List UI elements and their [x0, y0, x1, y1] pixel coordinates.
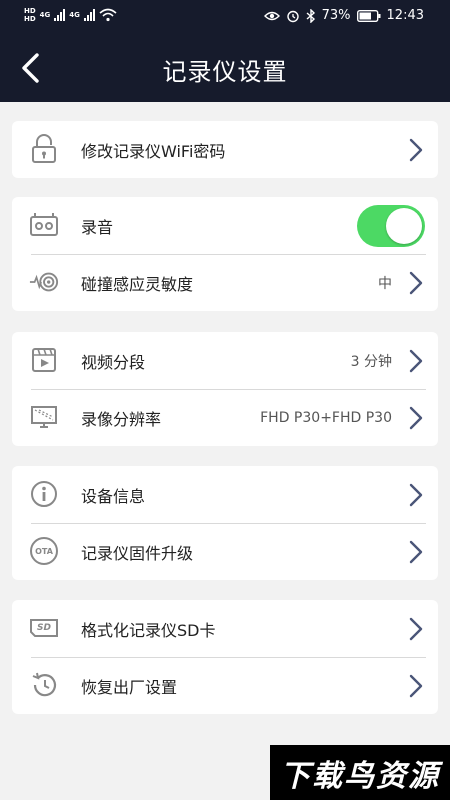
row-value: FHD P30+FHD P30 [260, 409, 392, 426]
page-title: 记录仪设置 [162, 58, 288, 86]
row-label: 恢复出厂设置 [81, 677, 178, 697]
ota-icon: OTA [29, 536, 59, 566]
row-label: 设备信息 [81, 486, 146, 506]
hd-badge-1: HD [24, 7, 36, 15]
row-device-info[interactable]: 设备信息 [12, 466, 438, 523]
chevron-right-icon [409, 406, 423, 430]
network-type-2: 4G [69, 11, 80, 19]
row-value: 3 分钟 [350, 353, 392, 370]
row-label: 碰撞感应灵敏度 [81, 274, 194, 294]
audio-recording-toggle[interactable] [357, 205, 425, 247]
status-bar: HD HD 4G 4G 73% 12:43 [0, 0, 450, 34]
row-collision-sensitivity[interactable]: 碰撞感应灵敏度 中 [12, 254, 438, 311]
battery-icon [356, 9, 381, 22]
chevron-right-icon [409, 138, 423, 162]
chevron-right-icon [409, 271, 423, 295]
row-change-wifi-password[interactable]: 修改记录仪WiFi密码 [12, 121, 438, 178]
recorder-icon [29, 210, 59, 240]
settings-group-device: 设备信息 OTA 记录仪固件升级 [12, 466, 438, 580]
sd-icon-text: SD [37, 623, 51, 633]
row-audio-recording: 录音 [12, 197, 438, 254]
hd-badge-2: HD [24, 15, 36, 23]
row-video-resolution[interactable]: 录像分辨率 FHD P30+FHD P30 [12, 389, 438, 446]
row-label: 修改记录仪WiFi密码 [81, 141, 226, 161]
battery-percent: 73% [321, 8, 351, 23]
eye-icon [263, 11, 280, 20]
status-left: HD HD 4G 4G [24, 7, 117, 23]
watermark: 下载鸟资源 [270, 745, 450, 800]
row-value: 中 [378, 275, 392, 292]
row-firmware-upgrade[interactable]: OTA 记录仪固件升级 [12, 523, 438, 580]
chevron-right-icon [409, 349, 423, 373]
row-label: 格式化记录仪SD卡 [81, 620, 216, 640]
settings-group-audio: 录音 碰撞感应灵敏度 中 [12, 197, 438, 311]
status-right: 73% 12:43 [263, 8, 424, 23]
lock-icon [29, 134, 59, 164]
alarm-icon [286, 10, 299, 22]
settings-group-wifi: 修改记录仪WiFi密码 [12, 121, 438, 178]
collision-sensor-icon [29, 267, 59, 297]
video-icon [29, 345, 59, 375]
chevron-right-icon [409, 483, 423, 507]
row-label: 录音 [81, 217, 114, 237]
settings-group-storage: SD 格式化记录仪SD卡 恢复出厂设置 [12, 600, 438, 714]
chevron-right-icon [409, 674, 423, 698]
clock-time: 12:43 [386, 8, 424, 23]
signal-icon-2 [83, 9, 95, 21]
toggle-knob [386, 208, 422, 244]
ota-icon-text: OTA [35, 546, 53, 556]
hd-badges: HD HD [24, 7, 36, 23]
chevron-right-icon [409, 540, 423, 564]
row-label: 视频分段 [81, 352, 146, 372]
bluetooth-icon [306, 8, 315, 23]
info-icon [29, 479, 59, 509]
network-type-1: 4G [39, 11, 51, 19]
app-bar: 记录仪设置 [0, 34, 450, 102]
restore-icon [29, 670, 59, 700]
row-factory-reset[interactable]: 恢复出厂设置 [12, 657, 438, 714]
settings-group-video: 视频分段 3 分钟 录像分辨率 FHD P30+FHD P30 [12, 332, 438, 446]
wifi-icon [99, 8, 117, 22]
row-label: 记录仪固件升级 [81, 543, 194, 563]
signal-icon-1 [54, 9, 66, 21]
chevron-right-icon [409, 617, 423, 641]
resolution-icon [29, 402, 59, 432]
row-format-sd-card[interactable]: SD 格式化记录仪SD卡 [12, 600, 438, 657]
row-label: 录像分辨率 [81, 409, 162, 429]
sd-card-icon: SD [29, 613, 59, 643]
row-video-segment[interactable]: 视频分段 3 分钟 [12, 332, 438, 389]
